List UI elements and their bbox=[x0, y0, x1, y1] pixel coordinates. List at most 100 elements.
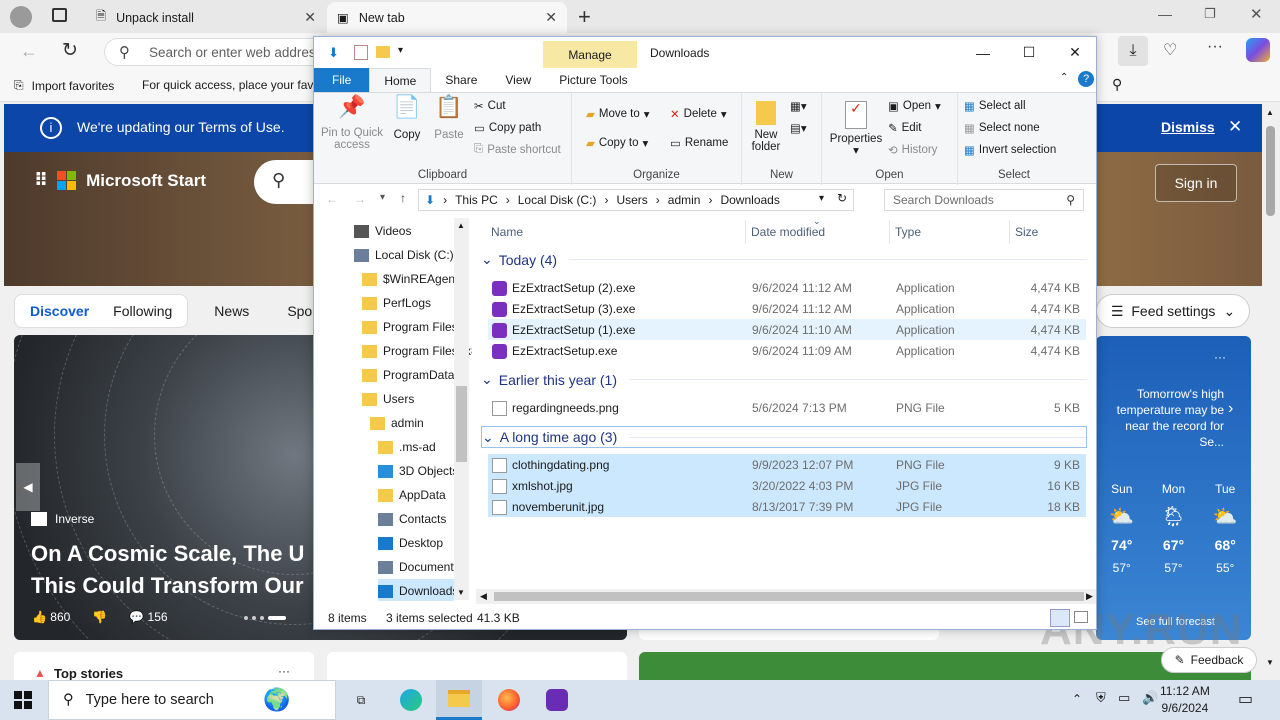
volume-icon[interactable]: 🔊 bbox=[1142, 690, 1158, 706]
file-row[interactable]: EzExtractSetup (2).exe 9/6/2024 11:12 AM A… bbox=[488, 277, 1086, 298]
column-divider[interactable] bbox=[745, 220, 746, 244]
maximize-icon[interactable]: ☐ bbox=[1006, 37, 1052, 68]
apps-grid-icon[interactable]: ⠿ bbox=[34, 170, 48, 191]
file-row[interactable]: EzExtractSetup (3).exe 9/6/2024 11:12 AM A… bbox=[488, 298, 1086, 319]
new-folder-qat-icon[interactable] bbox=[376, 46, 390, 58]
web-search-box[interactable]: ⚲ bbox=[254, 160, 314, 204]
tab-news[interactable]: News bbox=[202, 298, 261, 324]
news-headline[interactable]: On A Cosmic Scale, The U This Could Tran… bbox=[31, 538, 321, 602]
sign-in-button[interactable]: Sign in bbox=[1155, 164, 1237, 202]
refresh-icon[interactable]: ↻ bbox=[62, 39, 78, 62]
crumb-users[interactable]: Users bbox=[616, 193, 647, 207]
like-button[interactable]: 👍 860 bbox=[32, 610, 70, 624]
tab-actions-icon[interactable] bbox=[52, 8, 67, 22]
back-icon[interactable]: ← bbox=[20, 41, 38, 62]
copilot-icon[interactable] bbox=[1246, 38, 1270, 62]
nav-item[interactable]: Program Files (x86) bbox=[362, 339, 472, 363]
comment-button[interactable]: 💬 156 bbox=[129, 610, 167, 624]
carousel-prev-icon[interactable]: ◀ bbox=[16, 463, 40, 511]
col-name[interactable]: Name bbox=[491, 225, 523, 239]
nav-item[interactable]: Contacts bbox=[378, 507, 454, 531]
minimize-icon[interactable]: — bbox=[1158, 6, 1172, 22]
collapse-ribbon-icon[interactable]: ⌃ bbox=[1060, 72, 1068, 83]
nav-item[interactable]: Local Disk (C:) bbox=[354, 243, 454, 267]
copy-button[interactable]: 📄 Copy bbox=[390, 96, 424, 142]
network-icon[interactable]: ▭ bbox=[1118, 690, 1130, 706]
weather-alert[interactable]: Tomorrow's high temperature may be near … bbox=[1100, 386, 1224, 450]
clock[interactable]: 11:12 AM 9/6/2024 bbox=[1160, 683, 1210, 717]
scroll-up-icon[interactable]: ▲ bbox=[457, 221, 465, 230]
microsoft-start-brand[interactable]: ⠿ Microsoft Start bbox=[34, 170, 206, 191]
close-icon[interactable]: ✕ bbox=[1052, 37, 1096, 68]
chevron-right-icon[interactable]: › bbox=[1228, 400, 1233, 418]
refresh-icon[interactable]: ↻ bbox=[837, 191, 847, 205]
taskbar-search[interactable]: ⚲ Type here to search 🌍 bbox=[48, 680, 336, 720]
edit-button[interactable]: ✎ Edit bbox=[888, 121, 921, 135]
tab-following[interactable]: Following bbox=[101, 298, 184, 324]
easy-access-button[interactable]: ▤▾ bbox=[790, 121, 807, 135]
page-scrollbar[interactable]: ▲ ▼ bbox=[1262, 102, 1280, 680]
cut-button[interactable]: ✂ Cut bbox=[474, 99, 506, 113]
tab-view[interactable]: View bbox=[491, 68, 545, 92]
security-icon[interactable]: ⛨ bbox=[1096, 690, 1106, 706]
search-downloads-input[interactable]: Search Downloads ⚲ bbox=[884, 189, 1084, 211]
file-row[interactable]: xmlshot.jpg 3/20/2022 4:03 PM JPG File 16 K… bbox=[488, 475, 1086, 496]
feed-settings-button[interactable]: ☰ Feed settings ⌄ bbox=[1096, 294, 1250, 328]
dislike-icon[interactable]: 👎 bbox=[92, 610, 107, 624]
nav-item[interactable]: PerfLogs bbox=[362, 291, 454, 315]
nav-item[interactable]: Documents bbox=[378, 555, 460, 579]
back-icon[interactable]: ← bbox=[326, 192, 338, 206]
more-options-icon[interactable]: ··· bbox=[278, 664, 290, 678]
tab-new-tab[interactable]: ▣ New tab ✕ bbox=[327, 2, 567, 33]
new-folder-button[interactable]: New folder bbox=[746, 101, 786, 153]
task-view-icon[interactable]: ⧉ bbox=[338, 680, 384, 720]
scroll-thumb[interactable] bbox=[1266, 126, 1275, 216]
tab-share[interactable]: Share bbox=[431, 68, 491, 92]
nav-item[interactable]: ProgramData bbox=[362, 363, 454, 387]
restore-icon[interactable]: ❐ bbox=[1204, 6, 1216, 22]
dismiss-link[interactable]: Dismiss bbox=[1161, 119, 1215, 135]
tab-file[interactable]: File bbox=[314, 68, 370, 92]
notifications-icon[interactable]: ▭ bbox=[1238, 689, 1253, 709]
nav-item[interactable]: Desktop bbox=[378, 531, 454, 555]
nav-item[interactable]: Users bbox=[362, 387, 454, 411]
rename-button[interactable]: ▭ Rename bbox=[670, 136, 728, 150]
nav-item[interactable]: admin bbox=[370, 411, 454, 435]
manage-contextual-tab[interactable]: Manage bbox=[543, 41, 637, 68]
new-item-button[interactable]: ▦▾ bbox=[790, 99, 807, 113]
copy-path-button[interactable]: ▭ Copy path bbox=[474, 121, 541, 135]
horizontal-scrollbar[interactable]: ◀ ▶ bbox=[476, 589, 1096, 604]
tab-unpack-install[interactable]: 🗎 Unpack install ✕ bbox=[86, 2, 326, 33]
more-options-icon[interactable]: ··· bbox=[1214, 350, 1226, 364]
scroll-down-icon[interactable]: ▼ bbox=[457, 588, 465, 597]
path-breadcrumb[interactable]: ⬇ › This PC › Local Disk (C:) › Users › … bbox=[418, 189, 854, 211]
scroll-thumb[interactable] bbox=[456, 386, 467, 462]
select-none-button[interactable]: ▦ Select none bbox=[964, 121, 1040, 135]
carousel-dots[interactable] bbox=[244, 616, 304, 624]
tab-picture-tools[interactable]: Picture Tools bbox=[545, 68, 641, 92]
edge-icon[interactable] bbox=[388, 680, 434, 720]
file-row[interactable]: EzExtractSetup (1).exe 9/6/2024 11:10 AM A… bbox=[488, 319, 1086, 340]
show-hidden-icons-icon[interactable]: ⌃ bbox=[1072, 692, 1082, 706]
close-window-icon[interactable]: ✕ bbox=[1250, 5, 1263, 23]
profile-avatar-icon[interactable] bbox=[10, 6, 32, 28]
scroll-right-icon[interactable]: ▶ bbox=[1086, 591, 1093, 602]
select-all-button[interactable]: ▦ Select all bbox=[964, 99, 1026, 113]
tab-home[interactable]: Home bbox=[369, 68, 432, 92]
nav-item[interactable]: .ms-ad bbox=[378, 435, 454, 459]
start-button[interactable] bbox=[0, 680, 46, 720]
pin-icon[interactable]: ⚲ bbox=[1112, 76, 1122, 93]
scroll-left-icon[interactable]: ◀ bbox=[480, 591, 487, 602]
copy-to-button[interactable]: ▰ Copy to ▾ bbox=[586, 136, 648, 150]
col-size[interactable]: Size bbox=[1015, 225, 1038, 239]
open-button[interactable]: ▣ Open ▾ bbox=[888, 99, 941, 113]
scroll-thumb[interactable] bbox=[494, 592, 1084, 601]
recent-locations-icon[interactable]: ▾ bbox=[380, 192, 385, 203]
details-view-icon[interactable] bbox=[1050, 609, 1070, 627]
nav-item[interactable]: Downloads bbox=[378, 579, 458, 601]
column-divider[interactable] bbox=[1009, 220, 1010, 244]
crumb-downloads[interactable]: Downloads bbox=[720, 193, 779, 207]
file-row[interactable]: clothingdating.png 9/9/2023 12:07 PM PNG F… bbox=[488, 454, 1086, 475]
import-favorites-link[interactable]: ⎘ Import favorites bbox=[14, 78, 114, 93]
customize-qat-icon[interactable]: ▾ bbox=[398, 45, 403, 56]
